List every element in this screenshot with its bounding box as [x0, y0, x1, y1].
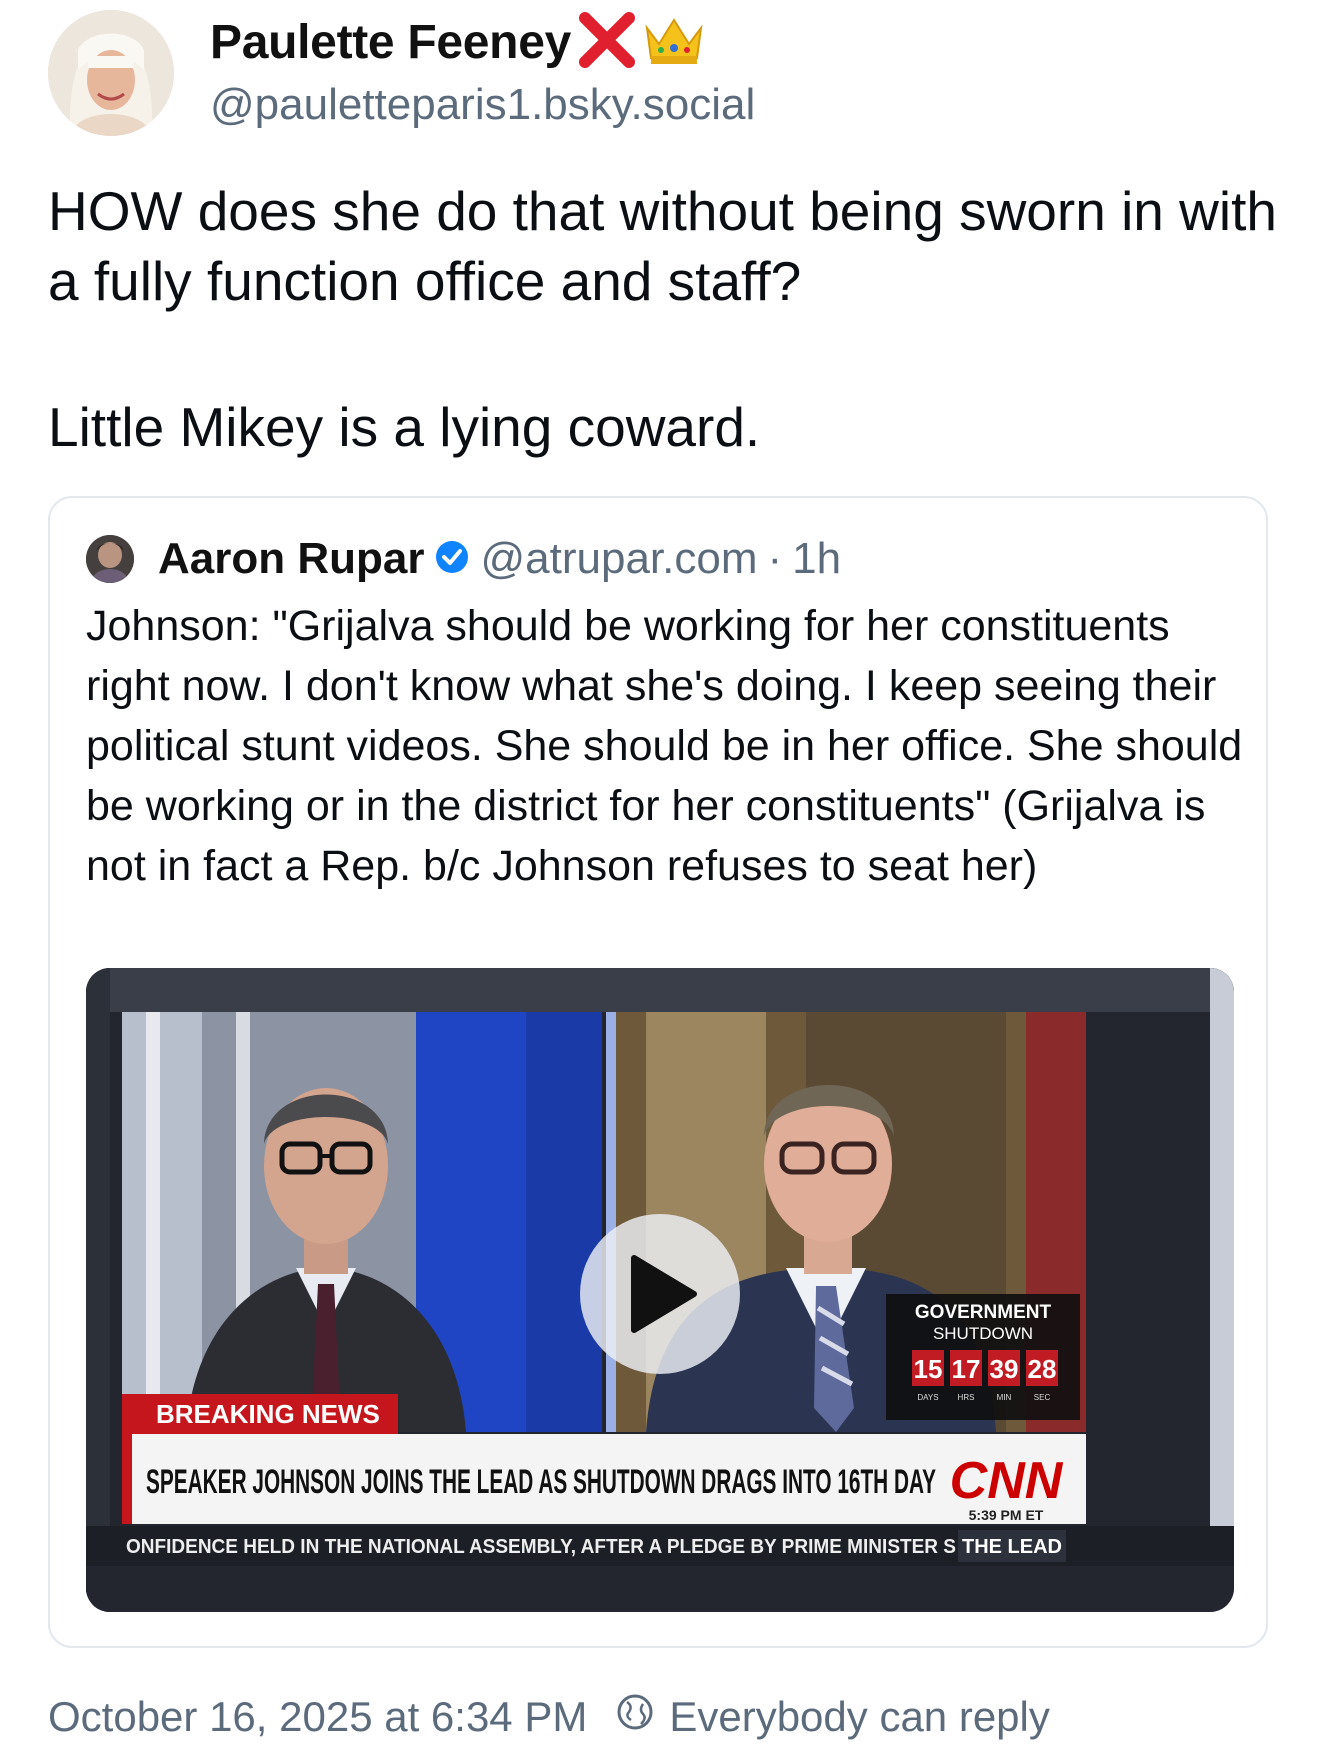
quote-text: Johnson: "Grijalva should be working for…: [86, 602, 1243, 890]
show-name: THE LEAD: [962, 1536, 1062, 1558]
author-handle[interactable]: @pauletteparis1.bsky.social: [210, 80, 755, 130]
quote-time[interactable]: 1h: [792, 534, 841, 584]
counter-days: 15: [914, 1354, 943, 1384]
counter-days-label: DAYS: [917, 1393, 938, 1402]
quote-author-handle[interactable]: @atrupar.com: [480, 534, 757, 584]
author-display-name[interactable]: Paulette Feeney: [210, 15, 571, 70]
quote-header: Aaron Rupar @atrupar.com · 1h: [86, 534, 841, 584]
crown-emoji-icon: [643, 14, 705, 71]
author-avatar[interactable]: [48, 10, 174, 136]
breaking-news-label: BREAKING NEWS: [156, 1399, 380, 1429]
play-button[interactable]: [580, 1214, 740, 1374]
cnn-logo: CNN: [950, 1452, 1064, 1510]
quote-post-card[interactable]: Aaron Rupar @atrupar.com · 1h Johnson: "…: [48, 496, 1268, 1648]
post-text: HOW does she do that without being sworn…: [48, 176, 1278, 462]
counter-hours-label: HRS: [958, 1393, 975, 1402]
news-ticker: ONFIDENCE HELD IN THE NATIONAL ASSEMBLY,…: [126, 1536, 956, 1558]
post-paragraph: HOW does she do that without being sworn…: [48, 180, 1277, 312]
counter-seconds: 28: [1028, 1354, 1057, 1384]
headline-text: SPEAKER JOHNSON JOINS THE LEAD AS SHUTDO…: [146, 1463, 936, 1501]
post-footer: October 16, 2025 at 6:34 PM Everybody ca…: [48, 1692, 1050, 1742]
author-name-row: Paulette Feeney: [210, 11, 705, 73]
broadcast-clock: 5:39 PM ET: [969, 1507, 1044, 1523]
red-x-emoji-icon: [577, 11, 637, 73]
verified-badge-icon: [434, 539, 470, 580]
counter-minutes: 39: [990, 1354, 1019, 1384]
counter-hours: 17: [952, 1354, 981, 1384]
quote-author-avatar[interactable]: [86, 535, 134, 583]
counter-seconds-label: SEC: [1034, 1393, 1051, 1402]
author-avatar-image: [48, 10, 174, 136]
post-paragraph: Little Mikey is a lying coward.: [48, 396, 761, 458]
reply-setting-label: Everybody can reply: [669, 1693, 1050, 1740]
play-icon: [631, 1255, 697, 1333]
quote-separator: ·: [767, 534, 783, 583]
shutdown-title-1: GOVERNMENT: [915, 1302, 1052, 1323]
quote-author-name[interactable]: Aaron Rupar: [158, 534, 424, 584]
globe-icon: [615, 1692, 655, 1742]
reply-setting[interactable]: Everybody can reply: [615, 1692, 1050, 1742]
counter-minutes-label: MIN: [997, 1393, 1012, 1402]
post-timestamp[interactable]: October 16, 2025 at 6:34 PM: [48, 1693, 587, 1741]
shutdown-title-2: SHUTDOWN: [933, 1324, 1033, 1343]
video-player[interactable]: GOVERNMENT SHUTDOWN 15 17 39 28 DAYS HRS…: [86, 968, 1234, 1612]
